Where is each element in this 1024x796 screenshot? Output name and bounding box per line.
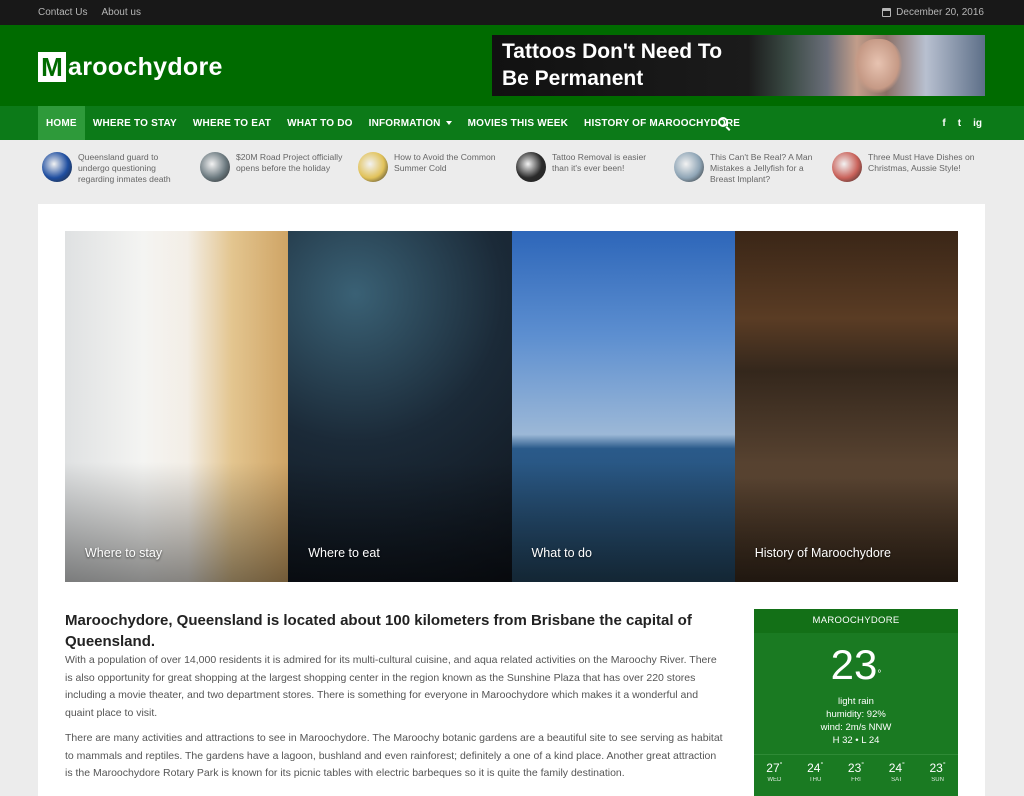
- ticker-text: Tattoo Removal is easier than it's ever …: [552, 152, 647, 173]
- forecast-day: 23° SUN: [920, 761, 956, 796]
- ticker-thumb: [674, 152, 704, 182]
- logo-letter: M: [41, 52, 63, 82]
- forecast-label: SUN: [931, 777, 944, 783]
- instagram-icon[interactable]: ig: [973, 118, 982, 129]
- tile-label: History of Maroochydore: [754, 546, 891, 560]
- article-paragraph-1: With a population of over 14,000 residen…: [65, 654, 717, 719]
- forecast-temp: 24: [888, 761, 903, 775]
- tile-label: What to do: [531, 546, 592, 560]
- nav-where-to-eat[interactable]: WHERE TO EAT: [185, 106, 279, 140]
- banner-line-1: Tattoos Don't Need To: [502, 40, 723, 63]
- banner-line-2: Be Permanent: [502, 67, 644, 90]
- logo-text: aroochydore: [68, 52, 223, 81]
- ticker-text: Three Must Have Dishes on Christmas, Aus…: [868, 152, 975, 173]
- degree-icon: °: [877, 669, 882, 680]
- ticker-thumb: [358, 152, 388, 182]
- calendar-icon: [882, 8, 892, 17]
- logo-mark: M: [38, 52, 66, 82]
- weather-temp: 23°: [754, 641, 958, 689]
- tile-what-to-do[interactable]: What to do: [511, 231, 735, 582]
- nav-information[interactable]: INFORMATION: [361, 106, 460, 140]
- forecast-day: 27° WED: [756, 761, 792, 796]
- date-text: December 20, 2016: [896, 7, 984, 18]
- weather-forecast: 27° WED 24° THU 23° FRI 24° SAT 23° SUN: [754, 754, 958, 796]
- tile-shade: [65, 462, 289, 582]
- about-us-link[interactable]: About us: [101, 7, 140, 18]
- nav-where-to-stay[interactable]: WHERE TO STAY: [85, 106, 185, 140]
- weather-desc: light rain: [838, 696, 874, 707]
- forecast-day: 24° SAT: [879, 761, 915, 796]
- nav-information-label: INFORMATION: [368, 117, 441, 129]
- facebook-icon[interactable]: f: [942, 118, 945, 129]
- site-header: M aroochydore Tattoos Don't Need To Be P…: [0, 25, 1024, 106]
- twitter-icon[interactable]: t: [958, 118, 961, 129]
- site-logo[interactable]: M aroochydore: [38, 52, 223, 82]
- tile-history[interactable]: History of Maroochydore: [734, 231, 958, 582]
- tile-shade: [511, 462, 735, 582]
- top-bar: Contact Us About us December 20, 2016: [0, 0, 1024, 25]
- ticker-thumb: [42, 152, 72, 182]
- ticker-thumb: [832, 152, 862, 182]
- weather-wind: wind: 2m/s NNW: [820, 722, 892, 733]
- ticker-thumb: [516, 152, 546, 182]
- tile-where-to-stay[interactable]: Where to stay: [65, 231, 289, 582]
- contact-us-link[interactable]: Contact Us: [38, 7, 87, 18]
- nav-home[interactable]: HOME: [38, 106, 85, 140]
- tile-shade: [288, 462, 512, 582]
- forecast-temp: 23: [847, 761, 862, 775]
- tile-where-to-eat[interactable]: Where to eat: [288, 231, 512, 582]
- weather-humidity: humidity: 92%: [826, 709, 886, 720]
- news-ticker: Queensland guard to undergo questioning …: [0, 140, 1024, 203]
- forecast-day: 24° THU: [797, 761, 833, 796]
- ticker-text: This Can't Be Real? A Man Mistakes a Jel…: [710, 152, 813, 184]
- forecast-temp: 24: [807, 761, 821, 775]
- forecast-label: FRI: [851, 777, 861, 783]
- weather-location: MAROOCHYDORE: [754, 609, 958, 633]
- article-title: Maroochydore, Queensland is located abou…: [65, 612, 692, 650]
- social-links: f t ig: [942, 106, 982, 140]
- banner-image: [854, 39, 902, 93]
- tile-shade: [734, 462, 958, 582]
- category-tiles: Where to stay Where to eat What to do Hi…: [65, 231, 958, 582]
- tile-label: Where to stay: [85, 546, 163, 560]
- ad-banner[interactable]: Tattoos Don't Need To Be Permanent: [492, 35, 985, 96]
- forecast-label: WED: [767, 777, 782, 783]
- article-paragraph-2: There are many activities and attraction…: [65, 732, 723, 779]
- forecast-day: 23° FRI: [838, 761, 874, 796]
- forecast-label: THU: [809, 777, 822, 783]
- ticker-text: $20M Road Project officially opens befor…: [236, 152, 343, 173]
- search-icon[interactable]: [718, 117, 728, 127]
- ticker-item[interactable]: Queensland guard to undergo questioning …: [42, 152, 190, 185]
- ticker-text: Queensland guard to undergo questioning …: [78, 152, 171, 184]
- ticker-item[interactable]: $20M Road Project officially opens befor…: [200, 152, 348, 182]
- forecast-label: SAT: [891, 777, 903, 783]
- main-content: Where to stay Where to eat What to do Hi…: [38, 204, 985, 796]
- ticker-item[interactable]: Tattoo Removal is easier than it's ever …: [516, 152, 664, 182]
- forecast-temp: 27: [766, 761, 780, 775]
- weather-temp-value: 23: [830, 641, 878, 688]
- ticker-text: How to Avoid the Common Summer Cold: [394, 152, 496, 173]
- ticker-thumb: [200, 152, 230, 182]
- nav-what-to-do[interactable]: WHAT TO DO: [279, 106, 361, 140]
- ticker-item[interactable]: Three Must Have Dishes on Christmas, Aus…: [832, 152, 980, 182]
- tile-label: Where to eat: [308, 546, 380, 560]
- main-nav: HOME WHERE TO STAY WHERE TO EAT WHAT TO …: [0, 106, 1024, 140]
- article: Maroochydore, Queensland is located abou…: [65, 610, 725, 783]
- weather-high-low: H 32 • L 24: [832, 735, 880, 746]
- nav-movies-this-week[interactable]: MOVIES THIS WEEK: [460, 106, 576, 140]
- chevron-down-icon: [445, 121, 452, 125]
- weather-widget: MAROOCHYDORE 23° light rain humidity: 92…: [754, 609, 958, 796]
- ticker-item[interactable]: How to Avoid the Common Summer Cold: [358, 152, 506, 182]
- ticker-item[interactable]: This Can't Be Real? A Man Mistakes a Jel…: [674, 152, 822, 185]
- top-links: Contact Us About us: [38, 0, 141, 25]
- forecast-temp: 23: [929, 761, 943, 775]
- date-display: December 20, 2016: [882, 0, 984, 25]
